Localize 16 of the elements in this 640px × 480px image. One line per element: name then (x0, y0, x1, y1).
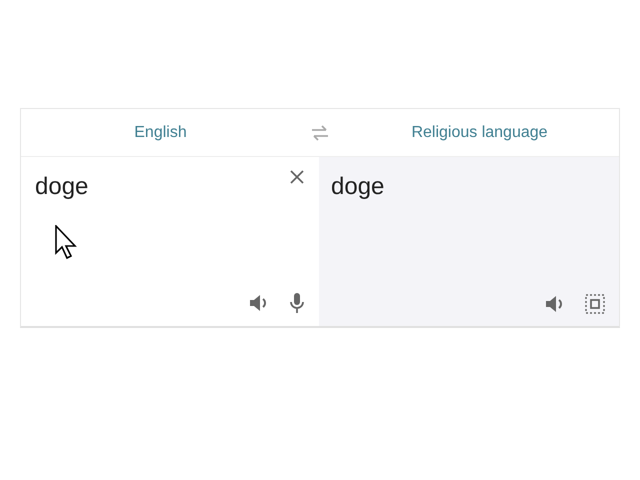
copy-button[interactable] (585, 294, 605, 314)
input-field[interactable]: doge (35, 169, 115, 205)
target-language-tab[interactable]: Religious language (401, 118, 558, 148)
listen-button[interactable] (545, 295, 565, 313)
translation-text: doge (331, 172, 384, 202)
square-icon (585, 294, 605, 314)
microphone-button[interactable] (289, 292, 305, 314)
microphone-icon (289, 292, 305, 314)
close-icon (289, 169, 305, 185)
speaker-icon (545, 295, 565, 313)
source-language-tab[interactable]: English (124, 118, 197, 148)
mouse-pointer-icon (55, 225, 79, 261)
swap-icon (310, 124, 330, 140)
listen-button[interactable] (249, 294, 269, 312)
clear-button[interactable] (289, 169, 305, 185)
speaker-icon (249, 294, 269, 312)
